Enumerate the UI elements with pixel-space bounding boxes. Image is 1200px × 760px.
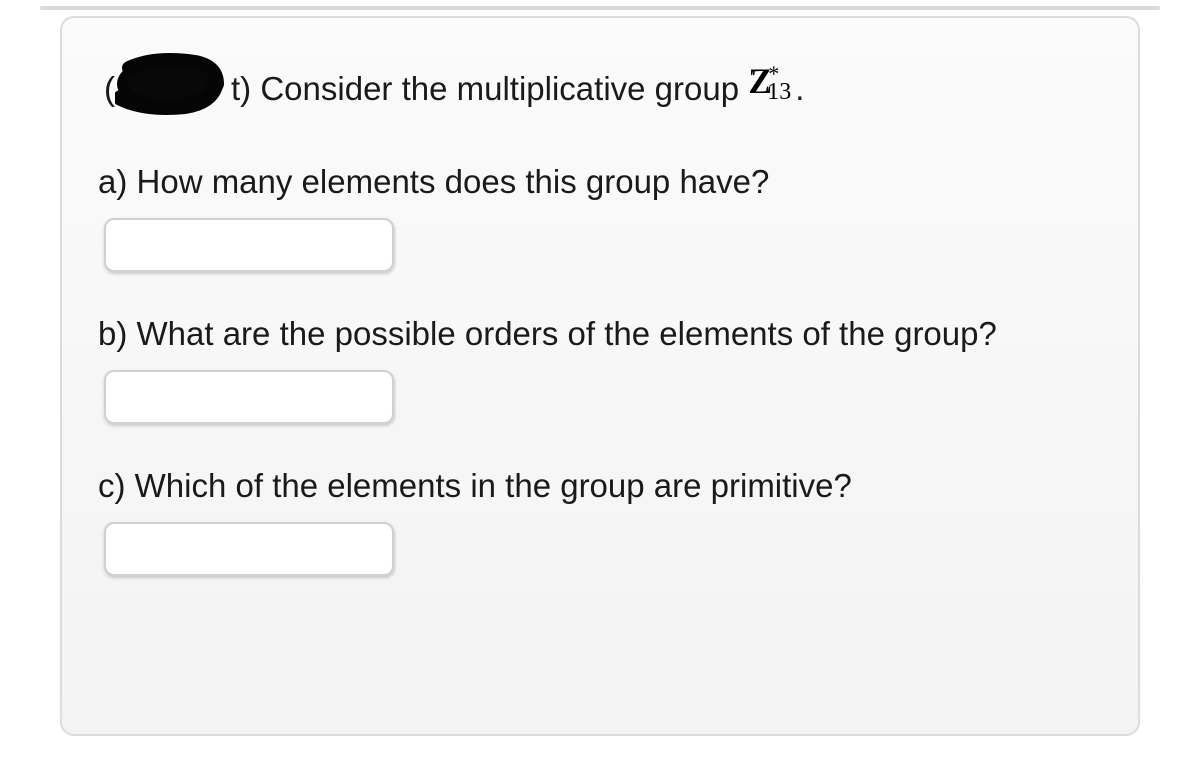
part-b-label: b) What are the possible orders of the e… xyxy=(98,310,1114,358)
math-subscript-13: 13 xyxy=(767,79,791,105)
part-b: b) What are the possible orders of the e… xyxy=(86,310,1114,424)
paren-left: ( xyxy=(104,70,115,107)
part-b-input[interactable] xyxy=(104,370,394,424)
top-divider xyxy=(40,6,1160,10)
part-a-label: a) How many elements does this group hav… xyxy=(98,158,1114,206)
intro-period: . xyxy=(795,70,804,107)
part-c-input[interactable] xyxy=(104,522,394,576)
intro-lead-text: Consider the multiplicative group xyxy=(251,70,748,107)
part-a: a) How many elements does this group hav… xyxy=(86,158,1114,272)
part-a-input[interactable] xyxy=(104,218,394,272)
redaction-mark xyxy=(115,50,225,120)
question-panel: ( t) Consider the multiplicative group Z… xyxy=(60,16,1140,736)
redacted-tail: t) xyxy=(231,70,251,107)
part-c: c) Which of the elements in the group ar… xyxy=(86,462,1114,576)
question-intro: ( t) Consider the multiplicative group Z… xyxy=(86,54,1114,124)
part-c-label: c) Which of the elements in the group ar… xyxy=(98,462,1114,510)
page-root: ( t) Consider the multiplicative group Z… xyxy=(0,0,1200,760)
